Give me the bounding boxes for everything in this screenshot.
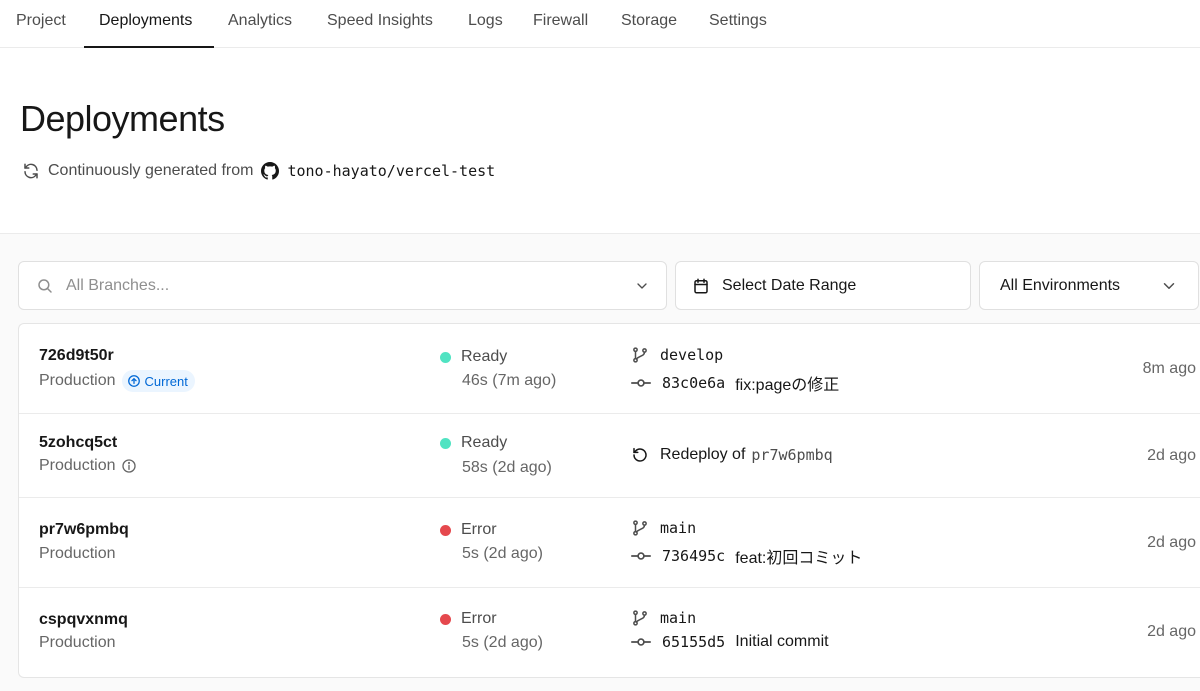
git-branch-icon [633, 610, 647, 626]
deployment-status: Ready [440, 434, 507, 452]
filter-bar: All Branches... Select Date Range All En… [18, 261, 1200, 310]
environment-label: Production [39, 545, 116, 562]
commit-message: fix:pageの修正 [735, 377, 840, 394]
deployment-status: Error [440, 610, 497, 628]
deployment-row[interactable]: 5zohcq5ct Production Ready 58s (2d ago) … [19, 414, 1200, 498]
commit-message: feat:初回コミット [735, 550, 863, 567]
deployment-age: 2d ago [1147, 623, 1196, 640]
git-commit-icon [631, 552, 651, 560]
deployment-status: Ready [440, 348, 507, 366]
environment-label: Production [39, 372, 116, 389]
info-icon[interactable] [121, 458, 137, 474]
page-header: Deployments Continuously generated from … [0, 48, 1200, 234]
deployment-row[interactable]: 726d9t50r Production Current Ready 46s (… [19, 324, 1200, 414]
redeploy-info[interactable]: Redeploy of pr7w6pmbq [631, 446, 833, 464]
deployment-duration: 58s (2d ago) [462, 459, 552, 476]
sync-icon [24, 163, 38, 179]
status-ready-dot [440, 437, 451, 449]
deployment-commit[interactable]: 83c0e6a fix:pageの修正 [631, 371, 839, 395]
status-error-dot [440, 613, 451, 625]
chevron-down-icon [637, 282, 647, 289]
deployment-environment: Production Current [39, 370, 195, 392]
redeploy-ref[interactable]: pr7w6pmbq [751, 446, 832, 464]
deployment-id[interactable]: 726d9t50r [39, 347, 114, 365]
deployment-status: Error [440, 521, 497, 539]
search-icon [38, 278, 52, 293]
deployment-id[interactable]: cspqvxnmq [39, 611, 128, 629]
commit-sha: 65155d5 [662, 633, 726, 651]
deployment-commit[interactable]: 736495c feat:初回コミット [631, 544, 862, 568]
source-prefix: Continuously generated from [48, 162, 254, 179]
calendar-icon [694, 278, 708, 293]
deployment-duration: 5s (2d ago) [462, 634, 543, 651]
deployment-duration: 46s (7m ago) [462, 372, 557, 389]
deployment-branch[interactable]: develop [631, 346, 723, 364]
branch-name: develop [660, 346, 724, 364]
environment-label: Production [39, 634, 116, 651]
deployment-age: 8m ago [1142, 360, 1196, 377]
deployment-age: 2d ago [1147, 447, 1196, 464]
deployment-id[interactable]: pr7w6pmbq [39, 521, 129, 539]
status-label: Ready [461, 434, 508, 451]
branch-name: main [660, 519, 697, 537]
deployment-environment: Production [39, 634, 116, 652]
tab-project[interactable]: Project [16, 0, 66, 48]
branch-search-input[interactable]: All Branches... [18, 261, 667, 310]
deployment-branch[interactable]: main [631, 609, 696, 627]
status-ready-dot [440, 351, 451, 363]
current-badge: Current [121, 370, 195, 392]
branch-name: main [660, 609, 697, 627]
tab-settings[interactable]: Settings [709, 0, 767, 48]
tab-speed-insights[interactable]: Speed Insights [327, 0, 433, 48]
date-range-label: Select Date Range [722, 276, 857, 294]
repo-link[interactable]: tono-hayato/vercel-test [287, 162, 495, 180]
git-branch-icon [633, 520, 647, 536]
branch-search-placeholder: All Branches... [66, 276, 170, 294]
deployment-branch[interactable]: main [631, 519, 696, 537]
deployment-row[interactable]: pr7w6pmbq Production Error 5s (2d ago) m… [19, 498, 1200, 588]
tab-firewall[interactable]: Firewall [533, 0, 588, 48]
status-label: Ready [461, 348, 508, 365]
deployment-commit[interactable]: 65155d5 Initial commit [631, 633, 829, 651]
status-label: Error [461, 521, 497, 538]
tab-storage[interactable]: Storage [621, 0, 677, 48]
status-error-dot [440, 524, 451, 536]
tab-deployments[interactable]: Deployments [99, 0, 192, 48]
github-icon [261, 162, 280, 180]
tab-analytics[interactable]: Analytics [228, 0, 292, 48]
environment-select[interactable]: All Environments [979, 261, 1199, 310]
current-badge-label: Current [144, 373, 188, 389]
deployment-age: 2d ago [1147, 534, 1196, 551]
deployment-list: 726d9t50r Production Current Ready 46s (… [18, 323, 1200, 678]
commit-sha: 83c0e6a [662, 374, 726, 392]
commit-sha: 736495c [662, 547, 726, 565]
deployment-environment: Production [39, 457, 137, 475]
environment-select-label: All Environments [1000, 276, 1121, 294]
deployment-row[interactable]: cspqvxnmq Production Error 5s (2d ago) m… [19, 588, 1200, 677]
source-info: Continuously generated from tono-hayato/… [22, 162, 495, 180]
chevron-down-icon [1163, 282, 1175, 289]
redeploy-icon [633, 447, 647, 462]
status-label: Error [461, 610, 497, 627]
commit-message: Initial commit [735, 633, 829, 650]
project-tabs: Project Deployments Analytics Speed Insi… [0, 0, 1200, 48]
deployment-id[interactable]: 5zohcq5ct [39, 434, 117, 452]
date-range-button[interactable]: Select Date Range [675, 261, 971, 310]
git-commit-icon [631, 379, 651, 387]
git-commit-icon [631, 638, 651, 646]
redeploy-label: Redeploy of [660, 446, 746, 463]
deployment-environment: Production [39, 545, 116, 563]
deployment-duration: 5s (2d ago) [462, 545, 543, 562]
page-title: Deployments [20, 98, 225, 139]
tab-logs[interactable]: Logs [468, 0, 503, 48]
git-branch-icon [633, 347, 647, 363]
environment-label: Production [39, 457, 116, 474]
arrow-up-circle-icon [127, 375, 140, 387]
